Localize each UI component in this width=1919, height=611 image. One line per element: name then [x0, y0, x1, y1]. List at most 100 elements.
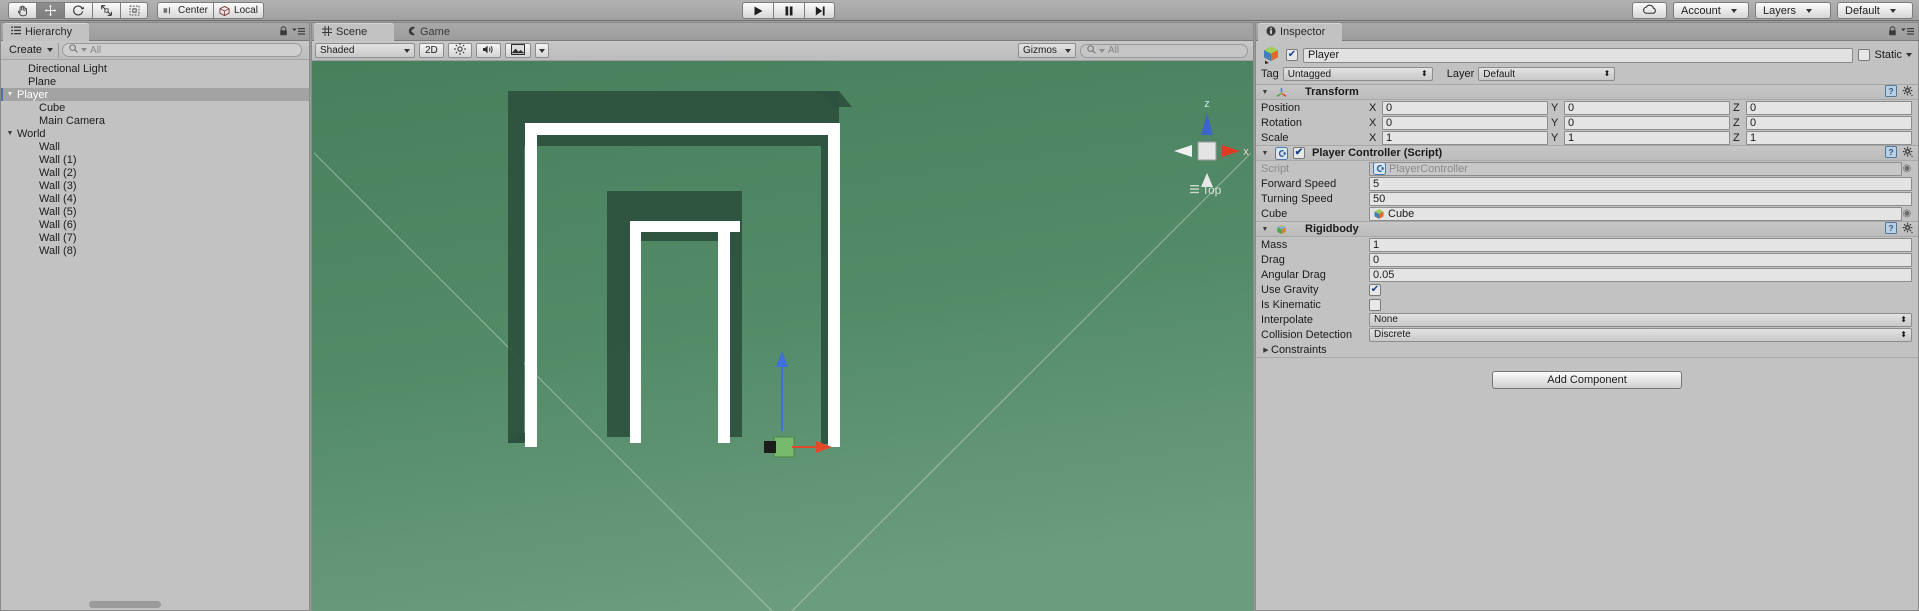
- disclosure-triangle-icon[interactable]: ▼: [1260, 150, 1270, 157]
- draw-mode-dropdown[interactable]: Shaded: [315, 43, 415, 58]
- tag-dropdown[interactable]: Untagged ⬍: [1282, 67, 1433, 81]
- cloud-button[interactable]: [1632, 2, 1667, 19]
- rotate-tool-button[interactable]: [64, 2, 92, 19]
- hierarchy-item-wall-3[interactable]: ▶Wall (3): [1, 179, 309, 192]
- input-mass[interactable]: 1: [1369, 237, 1912, 252]
- lighting-toggle-button[interactable]: [447, 43, 472, 58]
- scene-viewport[interactable]: z x Top: [312, 61, 1253, 611]
- disclosure-triangle-icon[interactable]: ▼: [1260, 89, 1270, 96]
- object-field-script[interactable]: PlayerController: [1369, 161, 1902, 176]
- scale-tool-button[interactable]: [92, 2, 120, 19]
- gear-icon[interactable]: [1902, 222, 1914, 237]
- fx-toggle-button[interactable]: [504, 43, 531, 58]
- fx-dropdown-button[interactable]: [534, 43, 549, 58]
- field-label: Collision Detection: [1261, 328, 1353, 341]
- panel-menu-icon[interactable]: [1901, 27, 1914, 39]
- input-angular-drag[interactable]: 0.05: [1369, 267, 1912, 282]
- tab-scene[interactable]: Scene: [314, 23, 394, 41]
- gizmos-dropdown[interactable]: Gizmos: [1018, 43, 1076, 58]
- hierarchy-item-wall-4[interactable]: ▶Wall (4): [1, 192, 309, 205]
- gear-icon[interactable]: [1902, 146, 1914, 161]
- input-position-z[interactable]: 0: [1746, 100, 1912, 115]
- input-forward-speed[interactable]: 5: [1369, 176, 1912, 191]
- gameobject-enabled-checkbox[interactable]: ✔: [1286, 49, 1298, 61]
- chevron-down-icon[interactable]: [1906, 53, 1912, 57]
- rect-transform-tool-button[interactable]: [120, 2, 148, 19]
- space-mode-button[interactable]: Local: [213, 2, 264, 19]
- input-scale-z[interactable]: 1: [1746, 130, 1912, 145]
- input-position-x[interactable]: 0: [1382, 100, 1548, 115]
- object-picker-icon[interactable]: ◉: [1902, 163, 1912, 174]
- audio-toggle-button[interactable]: [475, 43, 501, 58]
- hierarchy-item-wall-6[interactable]: ▶Wall (6): [1, 218, 309, 231]
- input-turning-speed[interactable]: 50: [1369, 191, 1912, 206]
- tab-hierarchy[interactable]: Hierarchy: [3, 23, 89, 41]
- input-position-y[interactable]: 0: [1564, 100, 1730, 115]
- disclosure-triangle-icon[interactable]: ▼: [5, 91, 15, 98]
- add-component-button[interactable]: Add Component: [1492, 371, 1682, 389]
- hand-tool-button[interactable]: [8, 2, 36, 19]
- disclosure-spacer: ▶: [16, 78, 26, 86]
- input-drag[interactable]: 0: [1369, 252, 1912, 267]
- help-icon[interactable]: ?: [1885, 221, 1897, 237]
- hierarchy-horizontal-scrollbar[interactable]: [89, 601, 161, 608]
- pause-button[interactable]: [773, 2, 804, 19]
- 2d-toggle-button[interactable]: 2D: [419, 43, 444, 58]
- lock-icon[interactable]: [279, 26, 288, 39]
- lock-icon[interactable]: [1888, 26, 1897, 39]
- gear-icon[interactable]: [1902, 85, 1914, 100]
- input-rotation-x[interactable]: 0: [1382, 115, 1548, 130]
- dropdown-interpolate[interactable]: None ⬍: [1369, 312, 1912, 327]
- hierarchy-item-wall-2[interactable]: ▶Wall (2): [1, 166, 309, 179]
- hierarchy-tree[interactable]: ▶Directional Light▶Plane▼Player▶Cube▶Mai…: [1, 60, 309, 605]
- hierarchy-item-wall[interactable]: ▶Wall: [1, 140, 309, 153]
- hierarchy-item-plane[interactable]: ▶Plane: [1, 75, 309, 88]
- layout-button[interactable]: Default: [1837, 2, 1913, 19]
- create-button[interactable]: Create: [4, 42, 60, 58]
- panel-menu-icon[interactable]: [292, 27, 305, 39]
- step-button[interactable]: [804, 2, 835, 19]
- tab-inspector[interactable]: Inspector: [1258, 23, 1342, 41]
- object-picker-icon[interactable]: ◉: [1902, 208, 1912, 219]
- hierarchy-item-player[interactable]: ▼ Player: [1, 88, 309, 101]
- move-tool-button[interactable]: [36, 2, 64, 19]
- hierarchy-item-world[interactable]: ▼ World: [1, 127, 309, 140]
- input-scale-y[interactable]: 1: [1564, 130, 1730, 145]
- checkbox-is-kinematic[interactable]: [1369, 298, 1381, 311]
- field-row-use-gravity: Use Gravity ✔: [1256, 282, 1918, 297]
- gameobject-name-input[interactable]: Player: [1303, 47, 1854, 63]
- input-scale-x[interactable]: 1: [1382, 130, 1548, 145]
- disclosure-triangle-icon[interactable]: ▶: [1261, 346, 1271, 354]
- hierarchy-item-wall-1[interactable]: ▶Wall (1): [1, 153, 309, 166]
- dropdown-collision-detection[interactable]: Discrete ⬍: [1369, 327, 1912, 342]
- scene-search-input[interactable]: All: [1080, 43, 1248, 58]
- disclosure-triangle-icon[interactable]: ▼: [1260, 226, 1270, 233]
- input-rotation-y[interactable]: 0: [1564, 115, 1730, 130]
- static-checkbox[interactable]: ✔: [1858, 49, 1871, 61]
- disclosure-triangle-icon[interactable]: ▼: [5, 130, 15, 137]
- input-rotation-z[interactable]: 0: [1746, 115, 1912, 130]
- hierarchy-search-input[interactable]: All: [62, 43, 302, 57]
- component-enabled-checkbox[interactable]: ✔: [1293, 147, 1305, 159]
- static-toggle-group[interactable]: ✔ Static: [1858, 49, 1912, 61]
- account-button[interactable]: Account: [1673, 2, 1749, 19]
- help-icon[interactable]: ?: [1885, 145, 1897, 161]
- hierarchy-item-wall-7[interactable]: ▶Wall (7): [1, 231, 309, 244]
- help-icon[interactable]: ?: [1885, 84, 1897, 100]
- component-header-player-controller-script[interactable]: ▼ ✔ Player Controller (Script)?: [1256, 145, 1918, 161]
- layers-button[interactable]: Layers: [1755, 2, 1831, 19]
- object-field-cube[interactable]: Cube: [1369, 206, 1902, 221]
- play-button[interactable]: [742, 2, 773, 19]
- hierarchy-item-main-camera[interactable]: ▶Main Camera: [1, 114, 309, 127]
- component-header-rigidbody[interactable]: ▼ Rigidbody?: [1256, 221, 1918, 237]
- checkbox-use-gravity[interactable]: ✔: [1369, 283, 1381, 296]
- disclosure-spacer: ▶: [27, 195, 37, 203]
- hierarchy-item-cube[interactable]: ▶Cube: [1, 101, 309, 114]
- component-header-transform[interactable]: ▼ Transform?: [1256, 84, 1918, 100]
- layer-dropdown[interactable]: Default ⬍: [1478, 67, 1616, 81]
- hierarchy-item-wall-8[interactable]: ▶Wall (8): [1, 244, 309, 257]
- hierarchy-item-wall-5[interactable]: ▶Wall (5): [1, 205, 309, 218]
- pivot-mode-button[interactable]: Center: [157, 2, 214, 19]
- tab-game[interactable]: Game: [398, 23, 470, 41]
- hierarchy-item-directional-light[interactable]: ▶Directional Light: [1, 62, 309, 75]
